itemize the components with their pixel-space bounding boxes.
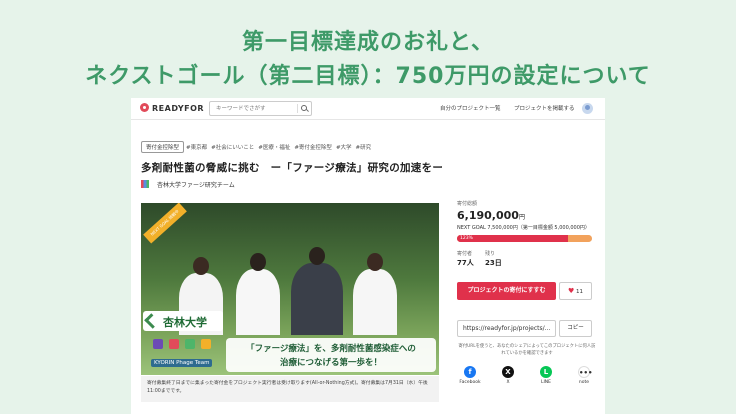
x-icon: X — [502, 366, 514, 378]
tag-link[interactable]: #大学 — [336, 145, 352, 151]
copy-button[interactable]: コピー — [559, 320, 592, 337]
facebook-share-button[interactable]: f Facebook — [457, 366, 483, 385]
search-input[interactable] — [210, 102, 294, 115]
my-projects-link[interactable]: 自分のプロジェクト一覧 — [440, 104, 501, 112]
tag-link[interactable]: #東京都 — [186, 145, 207, 151]
readyfor-logo[interactable]: READYFOR — [140, 103, 204, 113]
phage-icon — [201, 339, 211, 349]
stats-row: 寄付者 77人 残り 23日 — [457, 250, 597, 272]
total-amount: 6,190,000円 — [457, 209, 525, 222]
headline-line-2: ネクストゴール（第二目標）：750万円の設定について — [85, 64, 651, 89]
next-goal-ribbon: NEXT GOAL 挑戦中 — [143, 203, 187, 244]
heart-icon: ♥ — [567, 287, 575, 295]
tag-link[interactable]: #寄付金控除型 — [294, 145, 332, 151]
funding-sidebar: 寄付総額 6,190,000円 NEXT GOAL 7,500,000円（第一目… — [457, 200, 597, 385]
hero-caption: 「ファージ療法」を、多剤耐性菌感染症への 治療につなげる第一歩を！ — [226, 338, 436, 372]
tag-link[interactable]: #研究 — [356, 145, 372, 151]
support-button[interactable]: プロジェクトの寄付にすすむ — [457, 282, 556, 300]
total-label: 寄付総額 — [457, 201, 478, 207]
first-goal-progress — [457, 235, 569, 242]
line-icon: L — [540, 366, 552, 378]
phage-icon — [153, 339, 163, 349]
search-icon[interactable] — [297, 104, 309, 113]
team-name-link[interactable]: 杏林大学ファージ研究チーム — [141, 180, 235, 189]
x-share-button[interactable]: X X — [495, 366, 521, 385]
publish-project-link[interactable]: プロジェクトを掲載する — [514, 104, 575, 112]
supporters-count: 77人 — [457, 259, 474, 267]
researcher-figure — [236, 253, 280, 335]
user-avatar[interactable] — [582, 103, 593, 114]
kyorin-mark-icon — [144, 313, 160, 329]
phage-icon — [185, 339, 195, 349]
phage-team-logo: KYORIN Phage Team — [147, 335, 227, 373]
phage-icon — [169, 339, 179, 349]
tag-link[interactable]: #社会にいいこと — [211, 145, 254, 151]
search-box — [209, 101, 312, 116]
researcher-figure — [291, 247, 343, 335]
progress-percent: 123% — [460, 236, 473, 241]
remaining-days: 23日 — [485, 259, 502, 267]
tag-link[interactable]: #医療・福祉 — [258, 145, 290, 151]
project-title: 多剤耐性菌の脅威に挑む ー「ファージ療法」研究の加速をー — [141, 162, 444, 174]
note-icon: ••• — [578, 366, 592, 378]
hero-image: NEXT GOAL 挑戦中 杏林大学 KYORIN Phage Team 「ファ… — [141, 203, 439, 375]
funding-progress-bar: 123% — [457, 235, 592, 242]
share-note: 寄付URLを使うと、あなたのシェアによってこのプロジェクトに何人訪れているかを確… — [458, 344, 596, 356]
facebook-icon: f — [464, 366, 476, 378]
team-logo-icon — [141, 180, 149, 188]
next-goal-text: NEXT GOAL 7,500,000円（第一目標金額 5,000,000円） — [457, 225, 590, 231]
tag-list: #東京都 #社会にいいこと #医療・福祉 #寄付金控除型 #大学 #研究 — [186, 143, 375, 151]
kyorin-university-logo: 杏林大学 — [143, 311, 223, 331]
readyfor-logo-icon — [140, 103, 149, 112]
line-share-button[interactable]: L LINE — [533, 366, 559, 385]
remaining-stat: 残り 23日 — [485, 251, 502, 267]
all-or-nothing-notice: 寄付募集終了日までに集まった寄付金をプロジェクト実行者は受け取ります(All-o… — [141, 376, 439, 402]
headline-line-1: 第一目標達成のお礼と、 — [241, 30, 495, 55]
researcher-figure — [353, 253, 397, 335]
top-nav: READYFOR 自分のプロジェクト一覧 プロジェクトを掲載する — [131, 98, 605, 120]
supporters-stat: 寄付者 77人 — [457, 251, 474, 267]
announcement-headline: 第一目標達成のお礼と、 ネクストゴール（第二目標）：750万円の設定について — [0, 0, 736, 98]
category-badge[interactable]: 寄付金控除型 — [141, 141, 185, 153]
note-share-button[interactable]: ••• note — [571, 366, 597, 385]
project-page-screenshot: READYFOR 自分のプロジェクト一覧 プロジェクトを掲載する 寄付金控除型 … — [131, 98, 605, 414]
share-url-field[interactable]: https://readyfor.jp/projects/... — [457, 320, 556, 337]
favorite-button[interactable]: ♥ 11 — [559, 282, 592, 300]
